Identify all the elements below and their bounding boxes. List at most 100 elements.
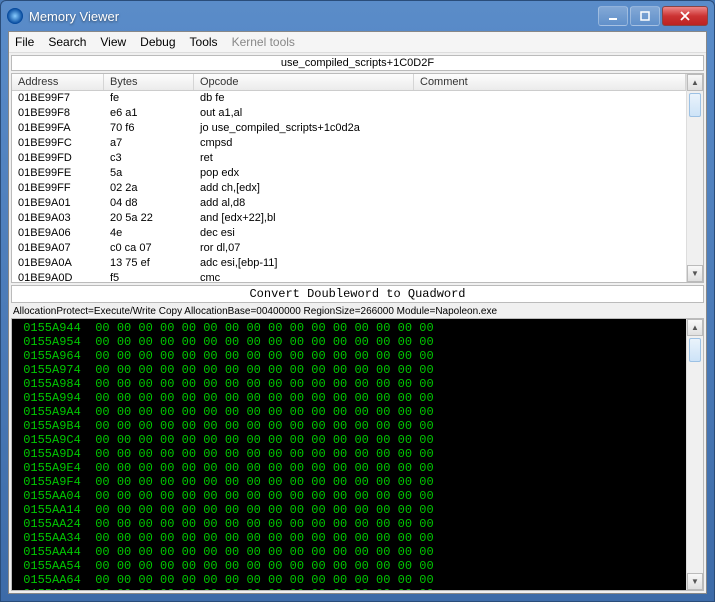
cell-op: cmc: [194, 271, 414, 282]
menu-debug[interactable]: Debug: [140, 35, 175, 49]
cell-cmt: [414, 151, 686, 166]
cell-bytes: 70 f6: [104, 121, 194, 136]
disasm-row[interactable]: 01BE99F8e6 a1out a1,al: [12, 106, 686, 121]
disassembly-table[interactable]: Address Bytes Opcode Comment 01BE99F7fed…: [12, 74, 686, 282]
client-area: File Search View Debug Tools Kernel tools use…: [8, 31, 707, 594]
titlebar[interactable]: Memory Viewer: [1, 1, 714, 31]
cell-bytes: 20 5a 22: [104, 211, 194, 226]
disasm-row[interactable]: 01BE9A064edec esi: [12, 226, 686, 241]
col-comment[interactable]: Comment: [414, 74, 686, 90]
cell-cmt: [414, 256, 686, 271]
cell-op: cmpsd: [194, 136, 414, 151]
menu-tools[interactable]: Tools: [190, 35, 218, 49]
cell-cmt: [414, 271, 686, 282]
scroll-down-button[interactable]: ▼: [687, 265, 703, 282]
menu-view[interactable]: View: [100, 35, 126, 49]
menu-file[interactable]: File: [15, 35, 34, 49]
disasm-row[interactable]: 01BE99FA70 f6jo use_compiled_scripts+1c0…: [12, 121, 686, 136]
disasm-row[interactable]: 01BE9A0Df5cmc: [12, 271, 686, 282]
maximize-icon: [640, 11, 650, 21]
disasm-row[interactable]: 01BE99FE5apop edx: [12, 166, 686, 181]
disasm-row[interactable]: 01BE99F7fedb fe: [12, 91, 686, 106]
context-label: use_compiled_scripts+1C0D2F: [11, 55, 704, 71]
column-headers: Address Bytes Opcode Comment: [12, 74, 686, 91]
disasm-row[interactable]: 01BE99FDc3ret: [12, 151, 686, 166]
hex-dump[interactable]: 0155A944 00 00 00 00 00 00 00 00 00 00 0…: [12, 319, 686, 590]
disasm-row[interactable]: 01BE9A0104 d8add al,d8: [12, 196, 686, 211]
cell-addr: 01BE99FE: [12, 166, 104, 181]
instruction-description: Convert Doubleword to Quadword: [11, 285, 704, 303]
cell-addr: 01BE99FC: [12, 136, 104, 151]
cell-addr: 01BE9A07: [12, 241, 104, 256]
window-buttons: [598, 6, 708, 26]
col-opcode[interactable]: Opcode: [194, 74, 414, 90]
cell-cmt: [414, 241, 686, 256]
cell-bytes: f5: [104, 271, 194, 282]
window-title: Memory Viewer: [29, 9, 598, 24]
cell-addr: 01BE9A01: [12, 196, 104, 211]
cell-addr: 01BE9A06: [12, 226, 104, 241]
disasm-scrollbar[interactable]: ▲ ▼: [686, 74, 703, 282]
cell-cmt: [414, 226, 686, 241]
cell-op: db fe: [194, 91, 414, 106]
cell-bytes: 04 d8: [104, 196, 194, 211]
scroll-up-button[interactable]: ▲: [687, 74, 703, 91]
scroll-down-button[interactable]: ▼: [687, 573, 703, 590]
app-icon: [7, 8, 23, 24]
hex-scrollbar[interactable]: ▲ ▼: [686, 319, 703, 590]
cell-bytes: 02 2a: [104, 181, 194, 196]
cell-op: add al,d8: [194, 196, 414, 211]
cell-addr: 01BE9A03: [12, 211, 104, 226]
cell-bytes: 13 75 ef: [104, 256, 194, 271]
cell-addr: 01BE99F7: [12, 91, 104, 106]
cell-cmt: [414, 211, 686, 226]
cell-op: pop edx: [194, 166, 414, 181]
menu-search[interactable]: Search: [48, 35, 86, 49]
scroll-thumb[interactable]: [687, 336, 703, 573]
cell-cmt: [414, 166, 686, 181]
cell-bytes: 5a: [104, 166, 194, 181]
scroll-up-button[interactable]: ▲: [687, 319, 703, 336]
close-icon: [679, 11, 691, 21]
cell-cmt: [414, 106, 686, 121]
cell-op: add ch,[edx]: [194, 181, 414, 196]
disasm-row[interactable]: 01BE99FCa7cmpsd: [12, 136, 686, 151]
cell-bytes: c3: [104, 151, 194, 166]
col-address[interactable]: Address: [12, 74, 104, 90]
cell-addr: 01BE99F8: [12, 106, 104, 121]
close-button[interactable]: [662, 6, 708, 26]
cell-addr: 01BE9A0A: [12, 256, 104, 271]
cell-bytes: fe: [104, 91, 194, 106]
disassembly-rows[interactable]: 01BE99F7fedb fe01BE99F8e6 a1out a1,al01B…: [12, 91, 686, 282]
scroll-thumb[interactable]: [687, 91, 703, 265]
cell-op: adc esi,[ebp-11]: [194, 256, 414, 271]
cell-cmt: [414, 91, 686, 106]
disasm-row[interactable]: 01BE99FF02 2aadd ch,[edx]: [12, 181, 686, 196]
disasm-row[interactable]: 01BE9A0320 5a 22and [edx+22],bl: [12, 211, 686, 226]
cell-op: out a1,al: [194, 106, 414, 121]
cell-addr: 01BE99FF: [12, 181, 104, 196]
menu-kernel-tools: Kernel tools: [232, 35, 295, 49]
menubar: File Search View Debug Tools Kernel tools: [9, 32, 706, 53]
cell-bytes: a7: [104, 136, 194, 151]
minimize-icon: [608, 11, 618, 21]
cell-op: and [edx+22],bl: [194, 211, 414, 226]
maximize-button[interactable]: [630, 6, 660, 26]
cell-addr: 01BE99FD: [12, 151, 104, 166]
cell-cmt: [414, 181, 686, 196]
allocation-info: AllocationProtect=Execute/Write Copy All…: [11, 305, 704, 318]
cell-bytes: e6 a1: [104, 106, 194, 121]
cell-op: dec esi: [194, 226, 414, 241]
cell-op: ror dl,07: [194, 241, 414, 256]
cell-bytes: 4e: [104, 226, 194, 241]
disasm-row[interactable]: 01BE9A07c0 ca 07ror dl,07: [12, 241, 686, 256]
col-bytes[interactable]: Bytes: [104, 74, 194, 90]
cell-cmt: [414, 121, 686, 136]
cell-op: jo use_compiled_scripts+1c0d2a: [194, 121, 414, 136]
cell-cmt: [414, 196, 686, 211]
minimize-button[interactable]: [598, 6, 628, 26]
disasm-row[interactable]: 01BE9A0A13 75 efadc esi,[ebp-11]: [12, 256, 686, 271]
cell-bytes: c0 ca 07: [104, 241, 194, 256]
window-frame: Memory Viewer File Search View Debug Tools Ke…: [0, 0, 715, 602]
cell-cmt: [414, 136, 686, 151]
